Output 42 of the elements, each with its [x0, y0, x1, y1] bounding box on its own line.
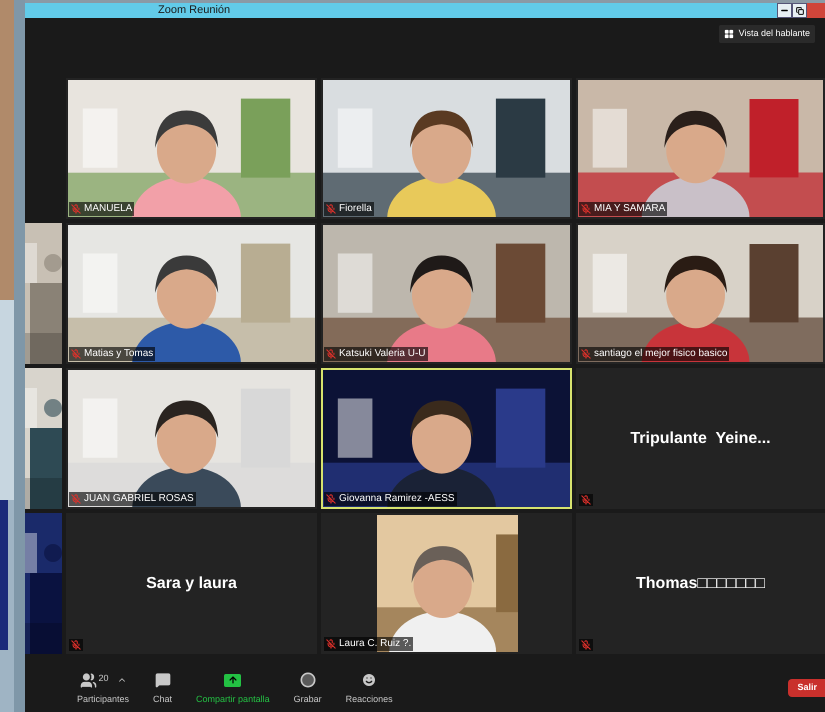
name-label: Giovanna Ramirez -AESS — [339, 493, 455, 505]
minimize-button[interactable] — [777, 3, 792, 18]
participant-name: Thomas□□□□□□□ — [636, 574, 765, 594]
muted-mic-icon — [71, 494, 81, 504]
name-label: Laura C. Ruiz ?. — [339, 638, 412, 650]
participants-icon — [80, 672, 96, 689]
participants-toolbar-button[interactable]: 20 Participantes — [77, 672, 130, 706]
muted-mic-icon — [581, 640, 591, 650]
name-label: MANUELA — [84, 203, 132, 215]
muted-mic-icon — [71, 349, 81, 359]
reactions-toolbar-button[interactable]: Reacciones — [346, 672, 393, 706]
muted-mic-icon — [71, 640, 81, 650]
chat-icon — [154, 672, 171, 688]
name-label: MIA Y SAMARA — [594, 203, 666, 215]
name-label: Katsuki Valeria U-U — [339, 348, 426, 360]
record-icon — [300, 672, 316, 688]
share-toolbar-button[interactable]: Compartir pantalla — [196, 672, 270, 706]
muted-mic-icon — [71, 204, 81, 214]
reactions-icon — [361, 672, 378, 688]
name-label: Fiorella — [339, 203, 372, 215]
share-screen-icon — [224, 674, 242, 687]
grid-icon — [724, 29, 734, 39]
muted-mic-icon — [326, 204, 336, 214]
record-toolbar-button[interactable]: Grabar — [294, 672, 322, 706]
muted-mic-icon — [326, 494, 336, 504]
speaker-view-button[interactable]: Vista del hablante — [718, 25, 815, 43]
muted-mic-icon — [581, 349, 591, 359]
participant-count: 20 — [98, 672, 109, 685]
muted-mic-icon — [326, 349, 336, 359]
name-label: Matias y Tomas — [84, 348, 154, 360]
muted-mic-icon — [326, 639, 336, 649]
name-label: santiago el mejor fisico basico — [594, 348, 728, 360]
leave-button[interactable]: Salir — [788, 679, 825, 697]
chat-toolbar-button[interactable]: Chat — [153, 672, 172, 706]
muted-mic-icon — [581, 495, 591, 505]
participant-name: Sara y laura — [146, 574, 237, 594]
restore-icon — [796, 6, 804, 14]
muted-mic-icon — [581, 204, 591, 214]
restore-button[interactable] — [792, 3, 807, 18]
name-label: JUAN GABRIEL ROSAS — [84, 493, 194, 505]
participant-name: Tripulante Yeine... — [630, 428, 771, 448]
window-title: Zoom Reunión — [158, 5, 230, 16]
